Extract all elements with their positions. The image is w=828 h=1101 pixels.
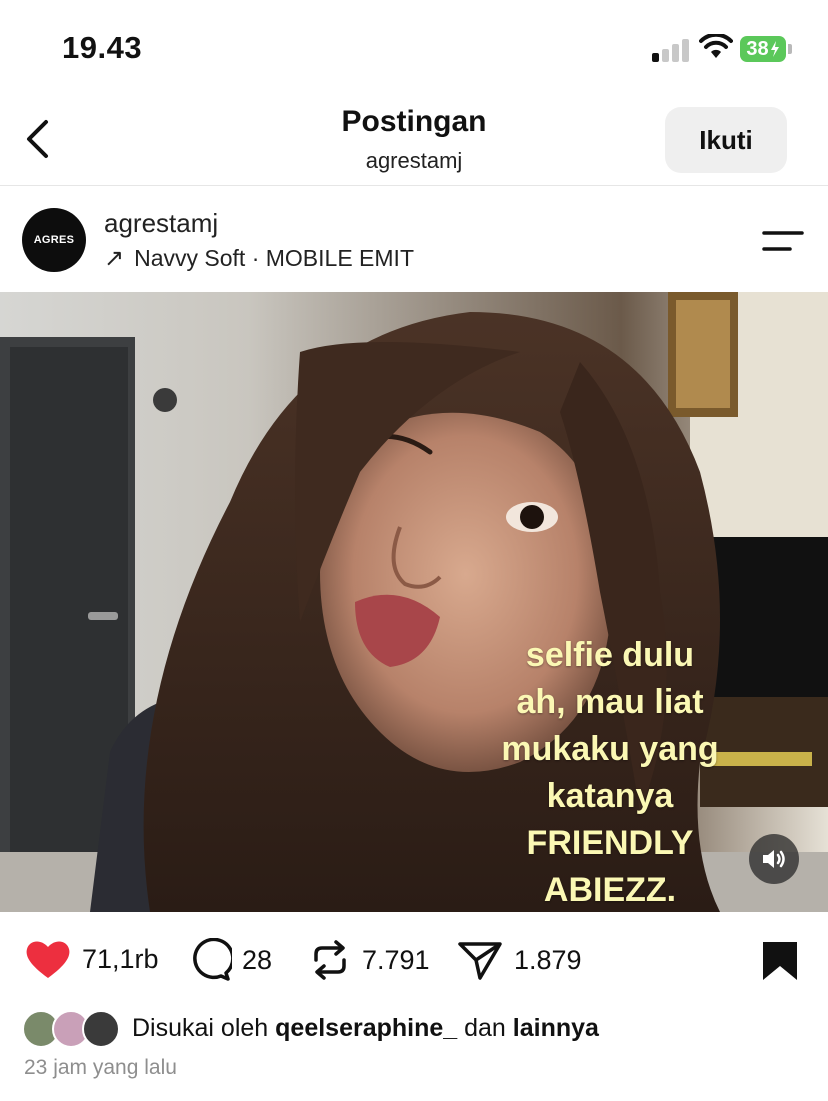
caption-line: selfie dulu	[525, 636, 695, 674]
caption-line: ABIEZZ.	[543, 871, 677, 909]
liked-by-conjunction: dan	[464, 1014, 506, 1042]
bookmark-icon	[763, 942, 797, 980]
post-timestamp: 23 jam yang lalu	[24, 1056, 177, 1079]
share-count: 1.879	[514, 944, 582, 975]
save-button[interactable]	[760, 940, 800, 987]
avatar-text: AGRES	[33, 234, 75, 246]
status-time: 19.43	[62, 30, 143, 65]
heart-icon	[26, 941, 70, 978]
share-button[interactable]: 1.879	[456, 938, 582, 982]
nav-header: Postingan agrestamj Ikuti	[0, 100, 828, 186]
comment-button[interactable]: 28	[186, 938, 272, 982]
sound-toggle-button[interactable]	[749, 834, 799, 884]
caption-line: mukaku yang	[501, 730, 719, 768]
repost-icon	[314, 940, 346, 980]
arrow-up-right-icon: ↗	[104, 245, 125, 272]
repost-button[interactable]: 7.791	[308, 938, 430, 982]
send-icon	[458, 942, 502, 980]
caption-line: katanya	[546, 777, 674, 815]
caption-line: ah, mau liat	[516, 683, 704, 721]
liked-by-user[interactable]: qeelseraphine_	[275, 1014, 457, 1042]
avatar[interactable]: AGRES	[22, 208, 86, 272]
caption-overlay: selfie dulu ah, mau liat mukaku yang kat…	[480, 632, 740, 912]
music-link[interactable]: ↗ Navvy Soft · MOBILE EMIT	[104, 244, 414, 273]
liked-by-prefix: Disukai oleh	[132, 1014, 269, 1042]
caption-line: FRIENDLY	[526, 824, 694, 862]
status-bar: 19.43 38	[0, 0, 828, 100]
battery-icon: 38	[740, 36, 786, 62]
liked-by-text: Disukai oleh qeelseraphine_ dan lainnya	[132, 1014, 599, 1043]
music-label: Navvy Soft · MOBILE EMIT	[134, 245, 414, 271]
signal-icon	[652, 38, 692, 62]
comment-icon	[193, 938, 232, 981]
liked-by-others[interactable]: lainnya	[513, 1014, 599, 1042]
post-header: AGRES agrestamj ↗ Navvy Soft · MOBILE EM…	[0, 186, 828, 291]
speaker-icon	[763, 850, 785, 868]
menu-icon[interactable]	[760, 226, 806, 256]
post-username[interactable]: agrestamj	[104, 208, 218, 239]
like-count: 71,1rb	[82, 943, 159, 974]
action-bar: 71,1rb 28 7.791 1.879	[0, 930, 828, 990]
like-button[interactable]: 71,1rb	[24, 938, 159, 980]
repost-count: 7.791	[362, 944, 430, 975]
comment-count: 28	[242, 944, 273, 975]
wifi-icon	[699, 32, 733, 65]
follow-button[interactable]: Ikuti	[665, 107, 787, 173]
post-media[interactable]: selfie dulu ah, mau liat mukaku yang kat…	[0, 292, 828, 912]
liker-avatar	[82, 1010, 120, 1048]
battery-level: 38	[746, 37, 769, 60]
battery-tip	[788, 44, 792, 54]
